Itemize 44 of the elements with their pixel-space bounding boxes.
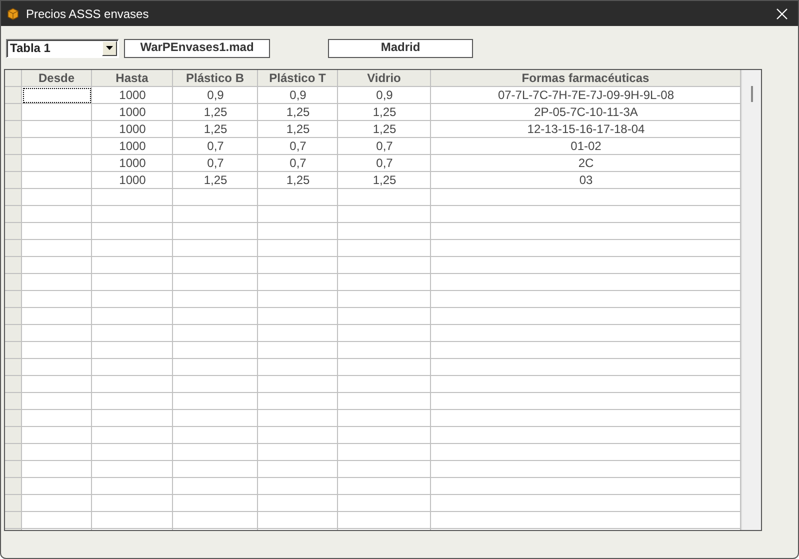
column-header[interactable]: Plástico T bbox=[258, 70, 338, 87]
table-cell-text: 0,7 bbox=[206, 138, 225, 155]
column-header[interactable]: Plástico B bbox=[173, 70, 258, 87]
table-cell-text: 1000 bbox=[118, 104, 147, 121]
table-cell-text: 03 bbox=[578, 172, 594, 189]
caret-icon bbox=[106, 46, 113, 50]
table-cell-text: 1000 bbox=[118, 87, 147, 104]
table-dropdown[interactable]: Tabla 1 bbox=[6, 38, 119, 58]
table-cell-text: 1000 bbox=[118, 155, 147, 172]
table-cell-text: 2C bbox=[577, 155, 595, 172]
scrollbar[interactable] bbox=[741, 70, 761, 530]
table-cell-text: 0,9 bbox=[288, 87, 308, 104]
table-cell-text: 01-02 bbox=[570, 138, 602, 155]
table-cell-text: 1,25 bbox=[285, 104, 311, 121]
table-cell-text: 0,7 bbox=[288, 155, 308, 172]
table-cell-text: 1000 bbox=[118, 172, 147, 189]
close-icon[interactable] bbox=[775, 6, 789, 20]
column-header[interactable]: Vidrio bbox=[338, 70, 431, 87]
table-cell-text: 12-13-15-16-17-18-04 bbox=[526, 121, 646, 138]
column-header[interactable]: Formas farmacéuticas bbox=[431, 70, 741, 87]
region-field[interactable]: Madrid bbox=[328, 38, 473, 58]
table-cell-text: 07-7L-7C-7H-7E-7J-09-9H-9L-08 bbox=[496, 87, 676, 104]
table-cell-text: 2P-05-7C-10-11-3A bbox=[533, 104, 639, 121]
window-title: Precios ASSS envases bbox=[26, 6, 150, 20]
table-cell-text: 1000 bbox=[118, 121, 147, 138]
column-header[interactable]: Hasta bbox=[92, 70, 173, 87]
table-cell-text: 1,25 bbox=[285, 121, 311, 138]
table-cell-text: 0,7 bbox=[375, 138, 394, 155]
table-cell-text: 1,25 bbox=[372, 172, 398, 189]
file-name-field[interactable]: WarPEnvases1.mad bbox=[124, 38, 270, 58]
table-cell-text: 1,25 bbox=[285, 172, 311, 189]
table-cell-text: 0,9 bbox=[375, 87, 394, 104]
table-cell-text: 1,25 bbox=[202, 172, 228, 189]
cube-icon bbox=[7, 8, 19, 20]
table-cell-text: 0,7 bbox=[206, 155, 225, 172]
table-cell-text: 1,25 bbox=[202, 104, 228, 121]
table-cell-text: 0,7 bbox=[288, 138, 308, 155]
column-header[interactable]: Desde bbox=[22, 70, 92, 87]
table-cell-text: 1000 bbox=[118, 138, 147, 155]
table-cell-text: 1,25 bbox=[202, 121, 228, 138]
table-cell-text: 0,7 bbox=[375, 155, 394, 172]
table-cell-text: 1,25 bbox=[372, 104, 398, 121]
table-cell-text: 1,25 bbox=[372, 121, 398, 138]
table-cell-text: 0,9 bbox=[206, 87, 225, 104]
